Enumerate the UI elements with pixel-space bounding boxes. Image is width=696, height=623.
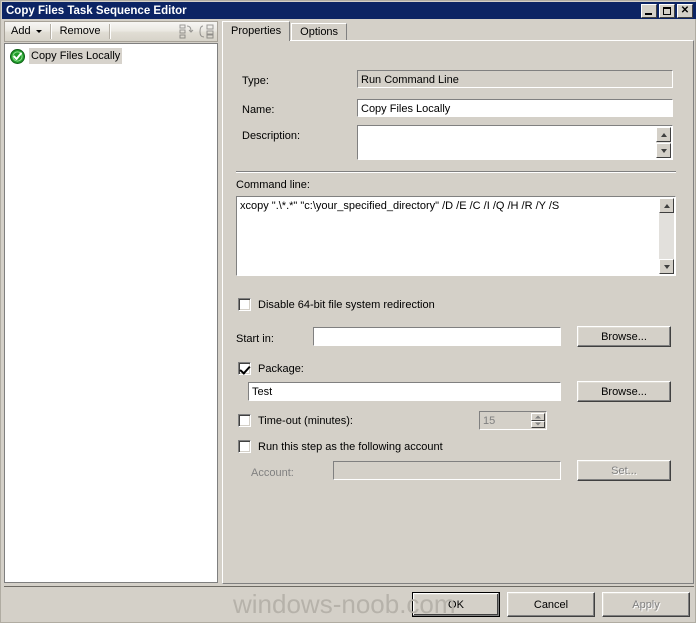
start-in-input[interactable] bbox=[313, 327, 561, 346]
start-in-browse-button[interactable]: Browse... bbox=[577, 326, 671, 347]
window-title: Copy Files Task Sequence Editor bbox=[6, 4, 187, 17]
apply-button: Apply bbox=[602, 592, 690, 617]
account-label: Account: bbox=[251, 467, 294, 479]
command-line-scroll-down-icon[interactable] bbox=[659, 259, 674, 274]
apply-label: Apply bbox=[632, 598, 660, 611]
package-label: Package: bbox=[258, 362, 304, 375]
package-checkbox[interactable] bbox=[238, 362, 251, 375]
package-browse-button[interactable]: Browse... bbox=[577, 381, 671, 402]
account-input bbox=[333, 461, 561, 480]
tab-properties[interactable]: Properties bbox=[222, 21, 291, 41]
close-button[interactable]: ✕ bbox=[677, 3, 693, 18]
start-in-browse-label: Browse... bbox=[601, 330, 647, 343]
disable-redirection-label: Disable 64-bit file system redirection bbox=[258, 298, 435, 311]
task-sequence-editor-window: Copy Files Task Sequence Editor ✕ Add Re… bbox=[0, 0, 696, 623]
package-value: Test bbox=[252, 386, 273, 398]
tree-item-copy-files-locally[interactable]: Copy Files Locally bbox=[5, 47, 217, 65]
tab-options[interactable]: Options bbox=[291, 23, 348, 40]
account-set-label: Set... bbox=[611, 464, 637, 477]
tab-strip: Properties Options bbox=[222, 21, 694, 41]
description-scroll-down-icon[interactable] bbox=[656, 143, 671, 158]
package-row[interactable]: Package: bbox=[238, 362, 304, 375]
run-as-checkbox[interactable] bbox=[238, 440, 251, 453]
description-scrollbar[interactable] bbox=[656, 127, 671, 158]
toolbar-separator-2 bbox=[108, 24, 111, 39]
properties-tab-page: Type: Run Command Line Name: Copy Files … bbox=[222, 40, 694, 584]
timeout-row[interactable]: Time-out (minutes): bbox=[238, 414, 353, 427]
name-label: Name: bbox=[242, 104, 275, 116]
command-line-value: xcopy ".\*.*" "c:\your_specified_directo… bbox=[240, 200, 560, 212]
sequence-toolbar: Add Remove bbox=[4, 21, 218, 42]
command-line-label: Command line: bbox=[236, 179, 310, 191]
cancel-button[interactable]: Cancel bbox=[507, 592, 595, 617]
package-browse-label: Browse... bbox=[601, 385, 647, 398]
remove-label: Remove bbox=[59, 25, 101, 37]
package-input[interactable]: Test bbox=[248, 382, 561, 401]
timeout-label: Time-out (minutes): bbox=[258, 414, 353, 427]
task-sequence-tree[interactable]: Copy Files Locally bbox=[4, 43, 218, 583]
window-controls: ✕ bbox=[641, 3, 696, 18]
collapse-all-icon[interactable] bbox=[177, 22, 197, 41]
close-icon: ✕ bbox=[680, 4, 690, 16]
tab-options-label: Options bbox=[300, 26, 339, 38]
minimize-button[interactable] bbox=[641, 3, 657, 18]
footer-divider bbox=[4, 586, 694, 588]
tree-item-label: Copy Files Locally bbox=[29, 48, 123, 64]
description-scroll-up-icon[interactable] bbox=[656, 127, 671, 142]
account-value bbox=[334, 462, 560, 464]
cancel-label: Cancel bbox=[533, 598, 569, 611]
timeout-checkbox[interactable] bbox=[238, 414, 251, 427]
command-line-scrollbar[interactable] bbox=[659, 198, 674, 274]
add-menu-button[interactable]: Add bbox=[5, 22, 48, 41]
description-label: Description: bbox=[242, 130, 301, 142]
type-value: Run Command Line bbox=[361, 74, 459, 86]
command-line-scroll-track[interactable] bbox=[659, 213, 674, 259]
chevron-down-icon bbox=[35, 30, 42, 33]
title-bar[interactable]: Copy Files Task Sequence Editor ✕ bbox=[2, 2, 696, 19]
ok-button[interactable]: OK bbox=[412, 592, 500, 617]
run-as-row[interactable]: Run this step as the following account bbox=[238, 440, 443, 453]
command-line-scroll-up-icon[interactable] bbox=[659, 198, 674, 213]
description-input[interactable] bbox=[357, 125, 673, 160]
name-value: Copy Files Locally bbox=[361, 103, 451, 115]
green-check-circle-icon bbox=[10, 48, 25, 64]
command-line-input[interactable]: xcopy ".\*.*" "c:\your_specified_directo… bbox=[236, 196, 676, 276]
divider-1 bbox=[236, 171, 676, 173]
type-label: Type: bbox=[242, 75, 269, 87]
remove-button[interactable]: Remove bbox=[54, 22, 107, 41]
add-label: Add bbox=[11, 25, 31, 37]
timeout-spinner[interactable]: 15 bbox=[479, 411, 547, 430]
run-as-label: Run this step as the following account bbox=[258, 440, 443, 453]
timeout-spin-up-icon[interactable] bbox=[531, 413, 545, 421]
account-set-button: Set... bbox=[577, 460, 671, 481]
name-input[interactable]: Copy Files Locally bbox=[357, 99, 673, 117]
details-pane: Properties Options Type: Run Command Lin… bbox=[222, 21, 694, 584]
start-in-label: Start in: bbox=[236, 333, 274, 345]
tab-properties-label: Properties bbox=[231, 25, 282, 37]
ok-label: OK bbox=[448, 598, 464, 611]
timeout-spin-down-icon[interactable] bbox=[531, 420, 545, 428]
timeout-spin-buttons[interactable] bbox=[531, 413, 545, 428]
start-in-value bbox=[314, 328, 560, 330]
disable-redirection-checkbox[interactable] bbox=[238, 298, 251, 311]
expand-all-icon[interactable] bbox=[197, 22, 217, 41]
type-field: Run Command Line bbox=[357, 70, 673, 88]
toolbar-separator-1 bbox=[49, 24, 52, 39]
maximize-button[interactable] bbox=[659, 3, 675, 18]
description-value bbox=[358, 126, 672, 128]
disable-redirection-row[interactable]: Disable 64-bit file system redirection bbox=[238, 298, 435, 311]
sequence-pane: Add Remove Copy Files Locally bbox=[4, 21, 218, 583]
